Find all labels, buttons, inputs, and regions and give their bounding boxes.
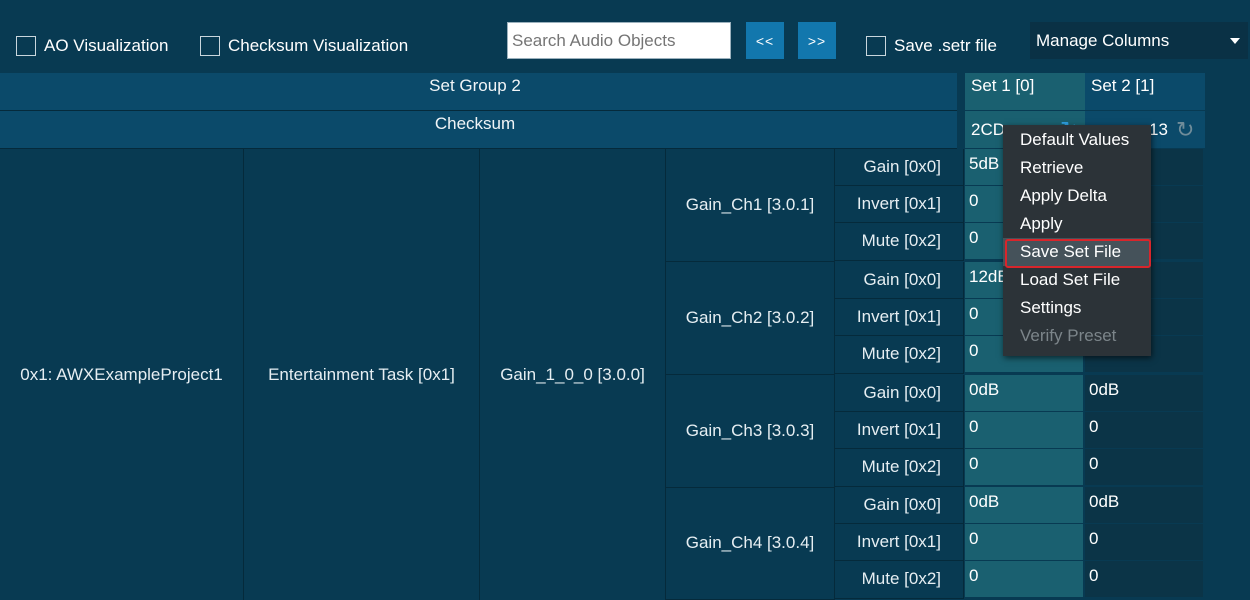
checksum-label: Checksum (434, 114, 516, 133)
checkbox-box[interactable] (200, 36, 220, 56)
checksum-header: Checksum (0, 111, 957, 149)
param-cell: Mute [0x2] (835, 223, 964, 261)
value-cell[interactable]: 0 (1085, 449, 1203, 485)
set-group-header: Set Group 2 (0, 73, 957, 111)
set2-column-header[interactable]: Set 2 [1] (1085, 73, 1205, 110)
checksum-visualization-label: Checksum Visualization (228, 36, 409, 55)
checksum-visualization-checkbox[interactable]: Checksum Visualization (200, 36, 408, 56)
param-cell: Gain [0x0] (835, 487, 964, 524)
group-cell: Gain_Ch4 [3.0.4] (666, 487, 835, 600)
selection-highlight (1005, 239, 1151, 268)
search-input[interactable] (507, 22, 731, 59)
value-cell[interactable]: 0 (965, 449, 1083, 485)
menu-item-apply[interactable]: Apply (1003, 210, 1151, 238)
menu-item-retrieve[interactable]: Retrieve (1003, 154, 1151, 182)
checkbox-box[interactable] (866, 36, 886, 56)
param-cell: Mute [0x2] (835, 561, 964, 599)
value-cell[interactable]: 0dB (965, 487, 1083, 523)
menu-item-load-set-file[interactable]: Load Set File (1003, 266, 1151, 294)
group-cell: Gain_Ch1 [3.0.1] (666, 149, 835, 262)
value-cell[interactable]: 0 (1085, 412, 1203, 448)
value-cell[interactable]: 0 (1085, 524, 1203, 560)
set-group-label: Set Group 2 (429, 76, 521, 95)
value-cell[interactable]: 0dB (1085, 487, 1203, 523)
toolbar: AO Visualization Checksum Visualization … (0, 0, 1250, 73)
param-cell: Mute [0x2] (835, 449, 964, 487)
task-label: Entertainment Task [0x1] (268, 364, 455, 384)
previous-label: << (755, 32, 775, 49)
ao-visualization-label: AO Visualization (44, 36, 169, 55)
set2-label: Set 2 [1] (1091, 76, 1155, 95)
previous-button[interactable]: << (746, 22, 784, 59)
refresh-icon[interactable]: ↻ (1176, 119, 1194, 141)
param-cell: Invert [0x1] (835, 186, 964, 223)
menu-item-verify-preset: Verify Preset (1020, 326, 1117, 345)
object-label: Gain_1_0_0 [3.0.0] (500, 364, 645, 384)
group-label: Gain_Ch4 [3.0.4] (685, 533, 815, 552)
set1-checksum-value: 2CD (971, 120, 1006, 139)
set1-column-header[interactable]: Set 1 [0] (965, 73, 1085, 110)
project-label: 0x1: AWXExampleProject1 (20, 364, 223, 384)
param-cell: Gain [0x0] (835, 149, 964, 186)
param-cell: Invert [0x1] (835, 412, 964, 449)
menu-item-settings[interactable]: Settings (1003, 294, 1151, 322)
group-label: Gain_Ch2 [3.0.2] (685, 308, 815, 327)
manage-columns-label: Manage Columns (1036, 31, 1170, 50)
param-cell: Invert [0x1] (835, 299, 964, 336)
group-cell: Gain_Ch2 [3.0.2] (666, 262, 835, 375)
group-label: Gain_Ch1 [3.0.1] (685, 195, 815, 214)
task-cell: Entertainment Task [0x1] (244, 149, 480, 600)
param-cell: Mute [0x2] (835, 336, 964, 374)
ao-visualization-checkbox[interactable]: AO Visualization (16, 36, 168, 56)
group-label: Gain_Ch3 [3.0.3] (685, 421, 815, 440)
value-cell[interactable]: 0 (1085, 561, 1203, 597)
param-cell: Gain [0x0] (835, 262, 964, 299)
menu-item-apply-delta[interactable]: Apply Delta (1003, 182, 1151, 210)
value-cell[interactable]: 0dB (1085, 375, 1203, 411)
menu-item-default-values[interactable]: Default Values (1003, 126, 1151, 154)
set1-label: Set 1 [0] (971, 76, 1035, 95)
chevron-down-icon (1230, 38, 1240, 44)
project-cell: 0x1: AWXExampleProject1 (0, 149, 244, 600)
object-cell: Gain_1_0_0 [3.0.0] (480, 149, 666, 600)
checkbox-box[interactable] (16, 36, 36, 56)
group-cell: Gain_Ch3 [3.0.3] (666, 375, 835, 488)
value-cell[interactable]: 0 (965, 412, 1083, 448)
value-cell[interactable]: 0 (965, 561, 1083, 597)
save-setr-checkbox[interactable]: Save .setr file (866, 36, 997, 56)
value-cell[interactable]: 0 (965, 524, 1083, 560)
param-cell: Gain [0x0] (835, 375, 964, 412)
next-label: >> (807, 32, 827, 49)
param-cell: Invert [0x1] (835, 524, 964, 561)
next-button[interactable]: >> (798, 22, 836, 59)
save-setr-label: Save .setr file (894, 36, 997, 55)
manage-columns-dropdown[interactable]: Manage Columns (1030, 22, 1248, 59)
value-cell[interactable]: 0dB (965, 375, 1083, 411)
header-gap (957, 73, 965, 149)
